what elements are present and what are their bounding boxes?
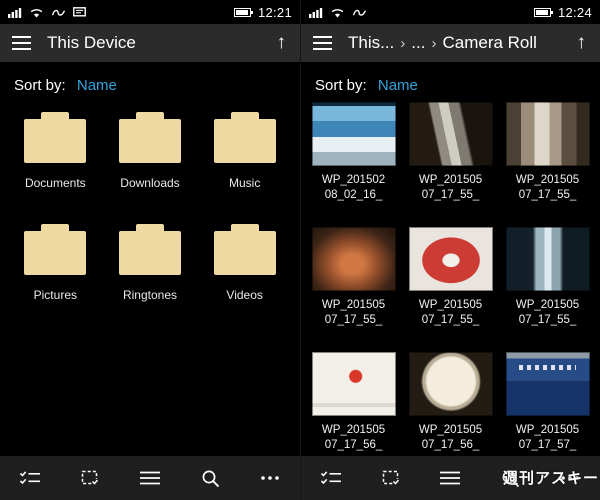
- photo-tile[interactable]: WP_201505 07_17_55_: [402, 102, 499, 203]
- folder-label: Videos: [226, 288, 263, 302]
- battery-icon: [233, 7, 253, 17]
- photo-tile[interactable]: WP_201505 07_17_56_: [402, 351, 499, 453]
- right-phone-screen: 12:24 This... › ... › Camera Roll ↑ Sort…: [300, 0, 600, 500]
- chevron-right-icon: ›: [431, 34, 437, 52]
- up-directory-button[interactable]: ↑: [275, 32, 289, 54]
- sort-row: Sort by: Name: [0, 62, 300, 98]
- select-icon[interactable]: [371, 458, 411, 498]
- folder-tile-documents[interactable]: Documents: [8, 104, 103, 190]
- folder-tile-videos[interactable]: Videos: [197, 216, 292, 302]
- status-bar: 12:21: [0, 0, 300, 24]
- photo-tile[interactable]: WP_201505 07_17_55_: [499, 226, 596, 328]
- app-title-bar: This Device ↑: [0, 24, 300, 62]
- vibrate-icon: [51, 7, 66, 18]
- photo-tile[interactable]: WP_201502 08_02_16_: [305, 102, 402, 203]
- multiselect-list-icon[interactable]: [10, 458, 50, 498]
- magazine-watermark: 週刊アスキー: [502, 470, 599, 487]
- folder-icon: [24, 112, 87, 163]
- signal-icon: [309, 7, 323, 18]
- up-directory-button[interactable]: ↑: [575, 32, 589, 54]
- folder-tile-downloads[interactable]: Downloads: [103, 104, 198, 190]
- photo-thumbnail: [505, 102, 590, 166]
- dual-screenshot-stage: 12:21 This Device ↑ Sort by: Name Docume…: [0, 0, 600, 500]
- battery-icon: [533, 7, 553, 17]
- photo-filename: WP_201505 07_17_55_: [418, 298, 483, 326]
- photo-thumbnail: [408, 102, 493, 166]
- sort-label: Sort by:: [14, 77, 66, 94]
- folder-icon: [213, 224, 276, 275]
- select-icon[interactable]: [70, 458, 110, 498]
- photo-filename: WP_201505 07_17_56_: [321, 423, 386, 451]
- left-phone-screen: 12:21 This Device ↑ Sort by: Name Docume…: [0, 0, 300, 500]
- hamburger-menu-icon[interactable]: [313, 36, 332, 50]
- folder-label: Pictures: [33, 288, 77, 302]
- app-title-bar: This... › ... › Camera Roll ↑: [301, 24, 600, 62]
- page-title: This Device: [47, 33, 136, 52]
- list-view-icon[interactable]: [130, 458, 170, 498]
- folder-label: Ringtones: [122, 288, 178, 302]
- photo-tile[interactable]: WP_201505 07_17_55_: [499, 102, 596, 203]
- photo-filename: WP_201505 07_17_55_: [321, 298, 386, 326]
- folder-label: Documents: [24, 176, 86, 190]
- breadcrumb: This... › ... › Camera Roll: [348, 33, 575, 53]
- command-bar: [0, 456, 300, 500]
- folder-tile-music[interactable]: Music: [197, 104, 292, 190]
- list-view-icon[interactable]: [430, 458, 470, 498]
- breadcrumb-middle[interactable]: ...: [411, 33, 425, 53]
- breadcrumb-root[interactable]: This...: [348, 33, 394, 53]
- message-icon: [73, 6, 86, 18]
- photo-thumbnail: [505, 351, 590, 416]
- photo-thumbnail: [408, 226, 493, 291]
- folder-icon: [118, 112, 181, 163]
- photo-filename: WP_201505 07_17_55_: [515, 298, 580, 326]
- folder-icon: [213, 112, 276, 163]
- folder-grid: Documents Downloads Music Pictures Ringt…: [0, 98, 300, 308]
- search-icon[interactable]: [190, 458, 230, 498]
- photo-filename: WP_201505 07_17_55_: [515, 174, 580, 201]
- command-bar: 週刊アスキー: [301, 456, 600, 500]
- status-bar: 12:24: [301, 0, 600, 24]
- photo-thumbnail: [505, 226, 590, 291]
- folder-label: Music: [228, 176, 261, 190]
- photo-thumbnail: [311, 102, 396, 166]
- folder-tile-ringtones[interactable]: Ringtones: [103, 216, 198, 302]
- sort-value-dropdown[interactable]: Name: [378, 77, 418, 94]
- status-clock: 12:21: [257, 4, 292, 20]
- signal-icon: [8, 7, 22, 18]
- photo-tile[interactable]: WP_201505 07_17_55_: [305, 226, 402, 328]
- photo-thumbnail: [311, 226, 396, 291]
- photo-thumbnail: [408, 351, 493, 416]
- status-clock: 12:24: [557, 4, 592, 20]
- photo-filename: WP_201505 07_17_55_: [418, 174, 483, 201]
- photo-filename: WP_201505 07_17_57_: [515, 423, 580, 451]
- photo-tile[interactable]: WP_201505 07_17_57_: [499, 351, 596, 453]
- sort-label: Sort by:: [315, 77, 367, 94]
- folder-icon: [24, 224, 87, 275]
- wifi-icon: [330, 7, 345, 18]
- wifi-icon: [29, 7, 44, 18]
- breadcrumb-current: Camera Roll: [442, 33, 537, 52]
- vibrate-icon: [352, 7, 367, 18]
- more-icon[interactable]: [250, 458, 290, 498]
- chevron-right-icon: ›: [400, 34, 406, 52]
- photo-thumbnail: [311, 351, 396, 416]
- folder-icon: [118, 224, 181, 275]
- folder-label: Downloads: [120, 176, 180, 190]
- photo-filename: WP_201505 07_17_56_: [418, 423, 483, 451]
- folder-tile-pictures[interactable]: Pictures: [8, 216, 103, 302]
- photo-filename: WP_201502 08_02_16_: [321, 174, 386, 201]
- photo-tile[interactable]: WP_201505 07_17_55_: [402, 226, 499, 328]
- hamburger-menu-icon[interactable]: [12, 36, 31, 50]
- photo-grid: WP_201502 08_02_16_ WP_201505 07_17_55_ WP…: [301, 98, 600, 457]
- sort-row: Sort by: Name: [301, 62, 600, 98]
- photo-tile[interactable]: WP_201505 07_17_56_: [305, 351, 402, 453]
- sort-value-dropdown[interactable]: Name: [77, 77, 117, 94]
- multiselect-list-icon[interactable]: [311, 458, 351, 498]
